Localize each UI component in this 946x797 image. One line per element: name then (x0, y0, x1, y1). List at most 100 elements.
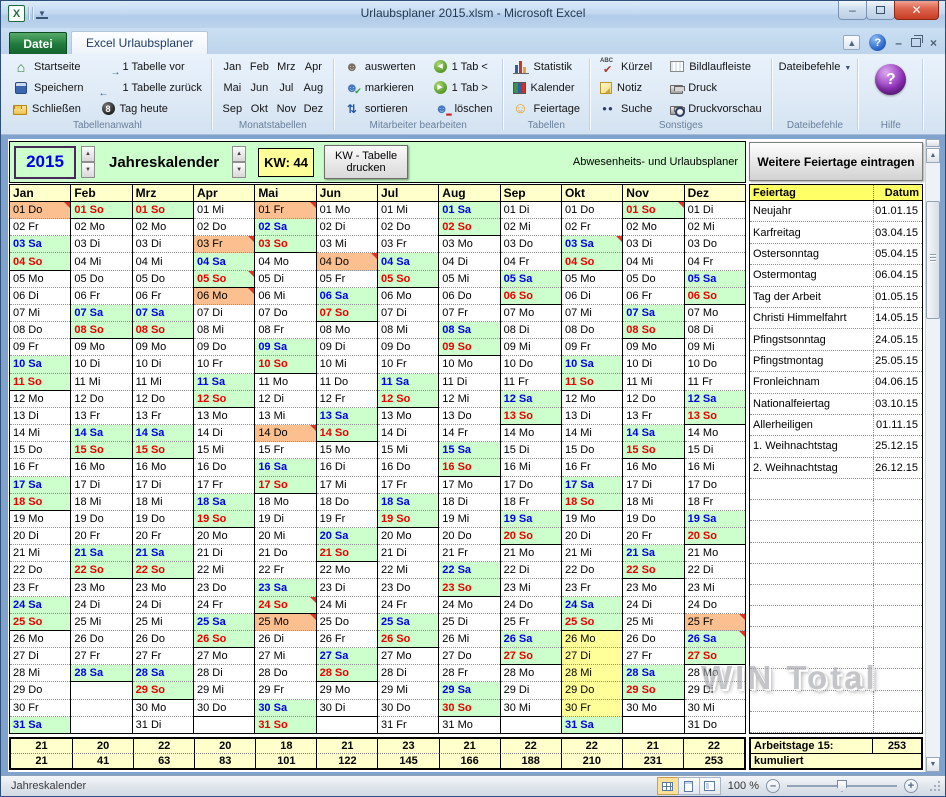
day-cell[interactable]: 13 Mi (255, 408, 315, 425)
day-cell[interactable]: 30 Mi (685, 700, 745, 717)
day-cell[interactable]: 03 Di (71, 236, 131, 253)
workdays-cumulative-cell[interactable]: 253 (683, 754, 744, 769)
day-cell[interactable]: 12 Sa (685, 391, 745, 408)
day-cell[interactable]: 03 Do (501, 236, 561, 253)
day-cell[interactable]: 04 Sa (194, 253, 254, 270)
holiday-empty-row[interactable] (750, 543, 922, 564)
month-button-dez[interactable]: Dez (300, 100, 327, 118)
day-cell[interactable]: 10 Sa (562, 356, 622, 373)
day-cell[interactable]: 10 Di (133, 356, 193, 373)
kw-print-button[interactable]: KW - Tabelle drucken (324, 145, 408, 179)
day-cell[interactable]: 11 Di (439, 374, 499, 391)
day-cell[interactable]: 28 Mi (562, 665, 622, 682)
ribbon-button-tag-heute[interactable]: Tag heute (99, 99, 205, 118)
day-cell[interactable]: 24 Do (501, 597, 561, 614)
holiday-empty-row[interactable] (750, 627, 922, 648)
day-cell[interactable]: 23 Fr (562, 579, 622, 596)
day-cell[interactable]: 02 Mi (501, 219, 561, 236)
day-cell[interactable]: 12 Sa (501, 391, 561, 408)
page-layout-view-button[interactable] (678, 777, 700, 795)
day-cell[interactable]: 30 Sa (255, 700, 315, 717)
month-header-cell[interactable]: Sep (501, 185, 561, 202)
day-cell[interactable]: 09 Fr (10, 339, 70, 356)
month-header-cell[interactable]: Dez (685, 185, 745, 202)
day-cell[interactable]: 06 Mo (378, 288, 438, 305)
day-cell[interactable] (71, 700, 131, 717)
holiday-date-cell[interactable]: 01.05.15 (873, 287, 922, 307)
day-cell[interactable]: 28 Mo (501, 665, 561, 682)
workdays-month-cell[interactable]: 22 (133, 739, 194, 754)
day-cell[interactable]: 17 Mo (439, 477, 499, 494)
day-cell[interactable]: 01 Do (10, 202, 70, 219)
holiday-name-cell[interactable]: Christi Himmelfahrt (750, 308, 873, 328)
day-cell[interactable]: 22 Di (685, 562, 745, 579)
day-cell[interactable]: 31 Di (133, 717, 193, 733)
dateibefehle-dropdown-button[interactable]: Dateibefehle▼ (779, 56, 852, 119)
day-cell[interactable]: 24 Fr (378, 597, 438, 614)
day-cell[interactable]: 27 Di (10, 648, 70, 665)
day-cell[interactable]: 26 Fr (317, 631, 377, 648)
day-cell[interactable]: 10 Sa (10, 356, 70, 373)
day-cell[interactable]: 04 Fr (685, 253, 745, 270)
day-cell[interactable]: 05 Mo (10, 271, 70, 288)
day-cell[interactable]: 05 Do (623, 271, 683, 288)
day-cell[interactable]: 09 Di (317, 339, 377, 356)
day-cell[interactable]: 06 So (685, 288, 745, 305)
holiday-name-cell[interactable]: Ostermontag (750, 265, 873, 285)
day-cell[interactable]: 02 Do (194, 219, 254, 236)
tab-excel-urlaubsplaner[interactable]: Excel Urlaubsplaner (71, 31, 208, 54)
day-cell[interactable]: 04 Do (317, 253, 377, 270)
day-cell[interactable]: 06 Fr (71, 288, 131, 305)
holiday-empty-row[interactable] (750, 669, 922, 690)
day-cell[interactable]: 09 Mo (133, 339, 193, 356)
day-cell[interactable]: 21 Mo (685, 545, 745, 562)
day-cell[interactable]: 19 Fr (317, 511, 377, 528)
day-cell[interactable]: 26 Do (133, 631, 193, 648)
day-cell[interactable]: 21 Di (194, 545, 254, 562)
day-cell[interactable]: 08 So (71, 322, 131, 339)
holiday-name-cell[interactable]: Allerheiligen (750, 415, 873, 435)
day-cell[interactable]: 12 Mo (562, 391, 622, 408)
day-cell[interactable]: 17 Fr (378, 477, 438, 494)
day-cell[interactable]: 15 Do (562, 442, 622, 459)
day-cell[interactable]: 30 So (439, 700, 499, 717)
ribbon-button-1-tab-[interactable]: 1 Tab < (431, 57, 496, 76)
help-icon[interactable]: ? (869, 34, 886, 51)
holiday-date-cell[interactable]: 25.12.15 (873, 436, 922, 456)
day-cell[interactable]: 10 Mi (317, 356, 377, 373)
day-cell[interactable]: 06 Sa (317, 288, 377, 305)
holiday-empty-row[interactable] (750, 521, 922, 542)
day-cell[interactable]: 21 Sa (133, 545, 193, 562)
spin-up-icon[interactable]: ▲ (81, 146, 95, 162)
day-cell[interactable]: 05 Sa (501, 271, 561, 288)
ribbon-button-notiz[interactable]: Notiz (597, 78, 655, 97)
day-cell[interactable]: 19 Sa (501, 511, 561, 528)
day-cell[interactable]: 03 Mi (317, 236, 377, 253)
day-cell[interactable]: 20 Di (10, 528, 70, 545)
day-cell[interactable]: 24 Fr (194, 597, 254, 614)
day-cell[interactable]: 24 Do (685, 597, 745, 614)
day-cell[interactable]: 22 Do (10, 562, 70, 579)
scroll-down-icon[interactable]: ▼ (926, 757, 940, 772)
day-cell[interactable]: 20 Fr (71, 528, 131, 545)
day-cell[interactable]: 19 Di (255, 511, 315, 528)
day-cell[interactable]: 28 So (317, 665, 377, 682)
day-cell[interactable]: 23 Mo (71, 579, 131, 596)
year-cell[interactable]: 2015 (14, 146, 76, 179)
day-cell[interactable]: 10 Mo (439, 356, 499, 373)
day-cell[interactable]: 25 Sa (378, 614, 438, 631)
workbook-restore-icon[interactable] (911, 38, 921, 47)
day-cell[interactable]: 17 So (255, 477, 315, 494)
kw-cell[interactable]: KW: 44 (258, 148, 314, 177)
day-cell[interactable]: 30 Fr (10, 700, 70, 717)
workdays-month-cell[interactable]: 21 (439, 739, 500, 754)
day-cell[interactable]: 27 Fr (623, 648, 683, 665)
day-cell[interactable]: 13 Mo (194, 408, 254, 425)
holiday-empty-row[interactable] (750, 606, 922, 627)
holiday-date-cell[interactable]: 03.10.15 (873, 394, 922, 414)
day-cell[interactable]: 04 Sa (378, 253, 438, 270)
day-cell[interactable]: 25 Mi (71, 614, 131, 631)
day-cell[interactable]: 25 So (562, 614, 622, 631)
day-cell[interactable]: 21 Di (378, 545, 438, 562)
day-cell[interactable]: 09 Mi (685, 339, 745, 356)
